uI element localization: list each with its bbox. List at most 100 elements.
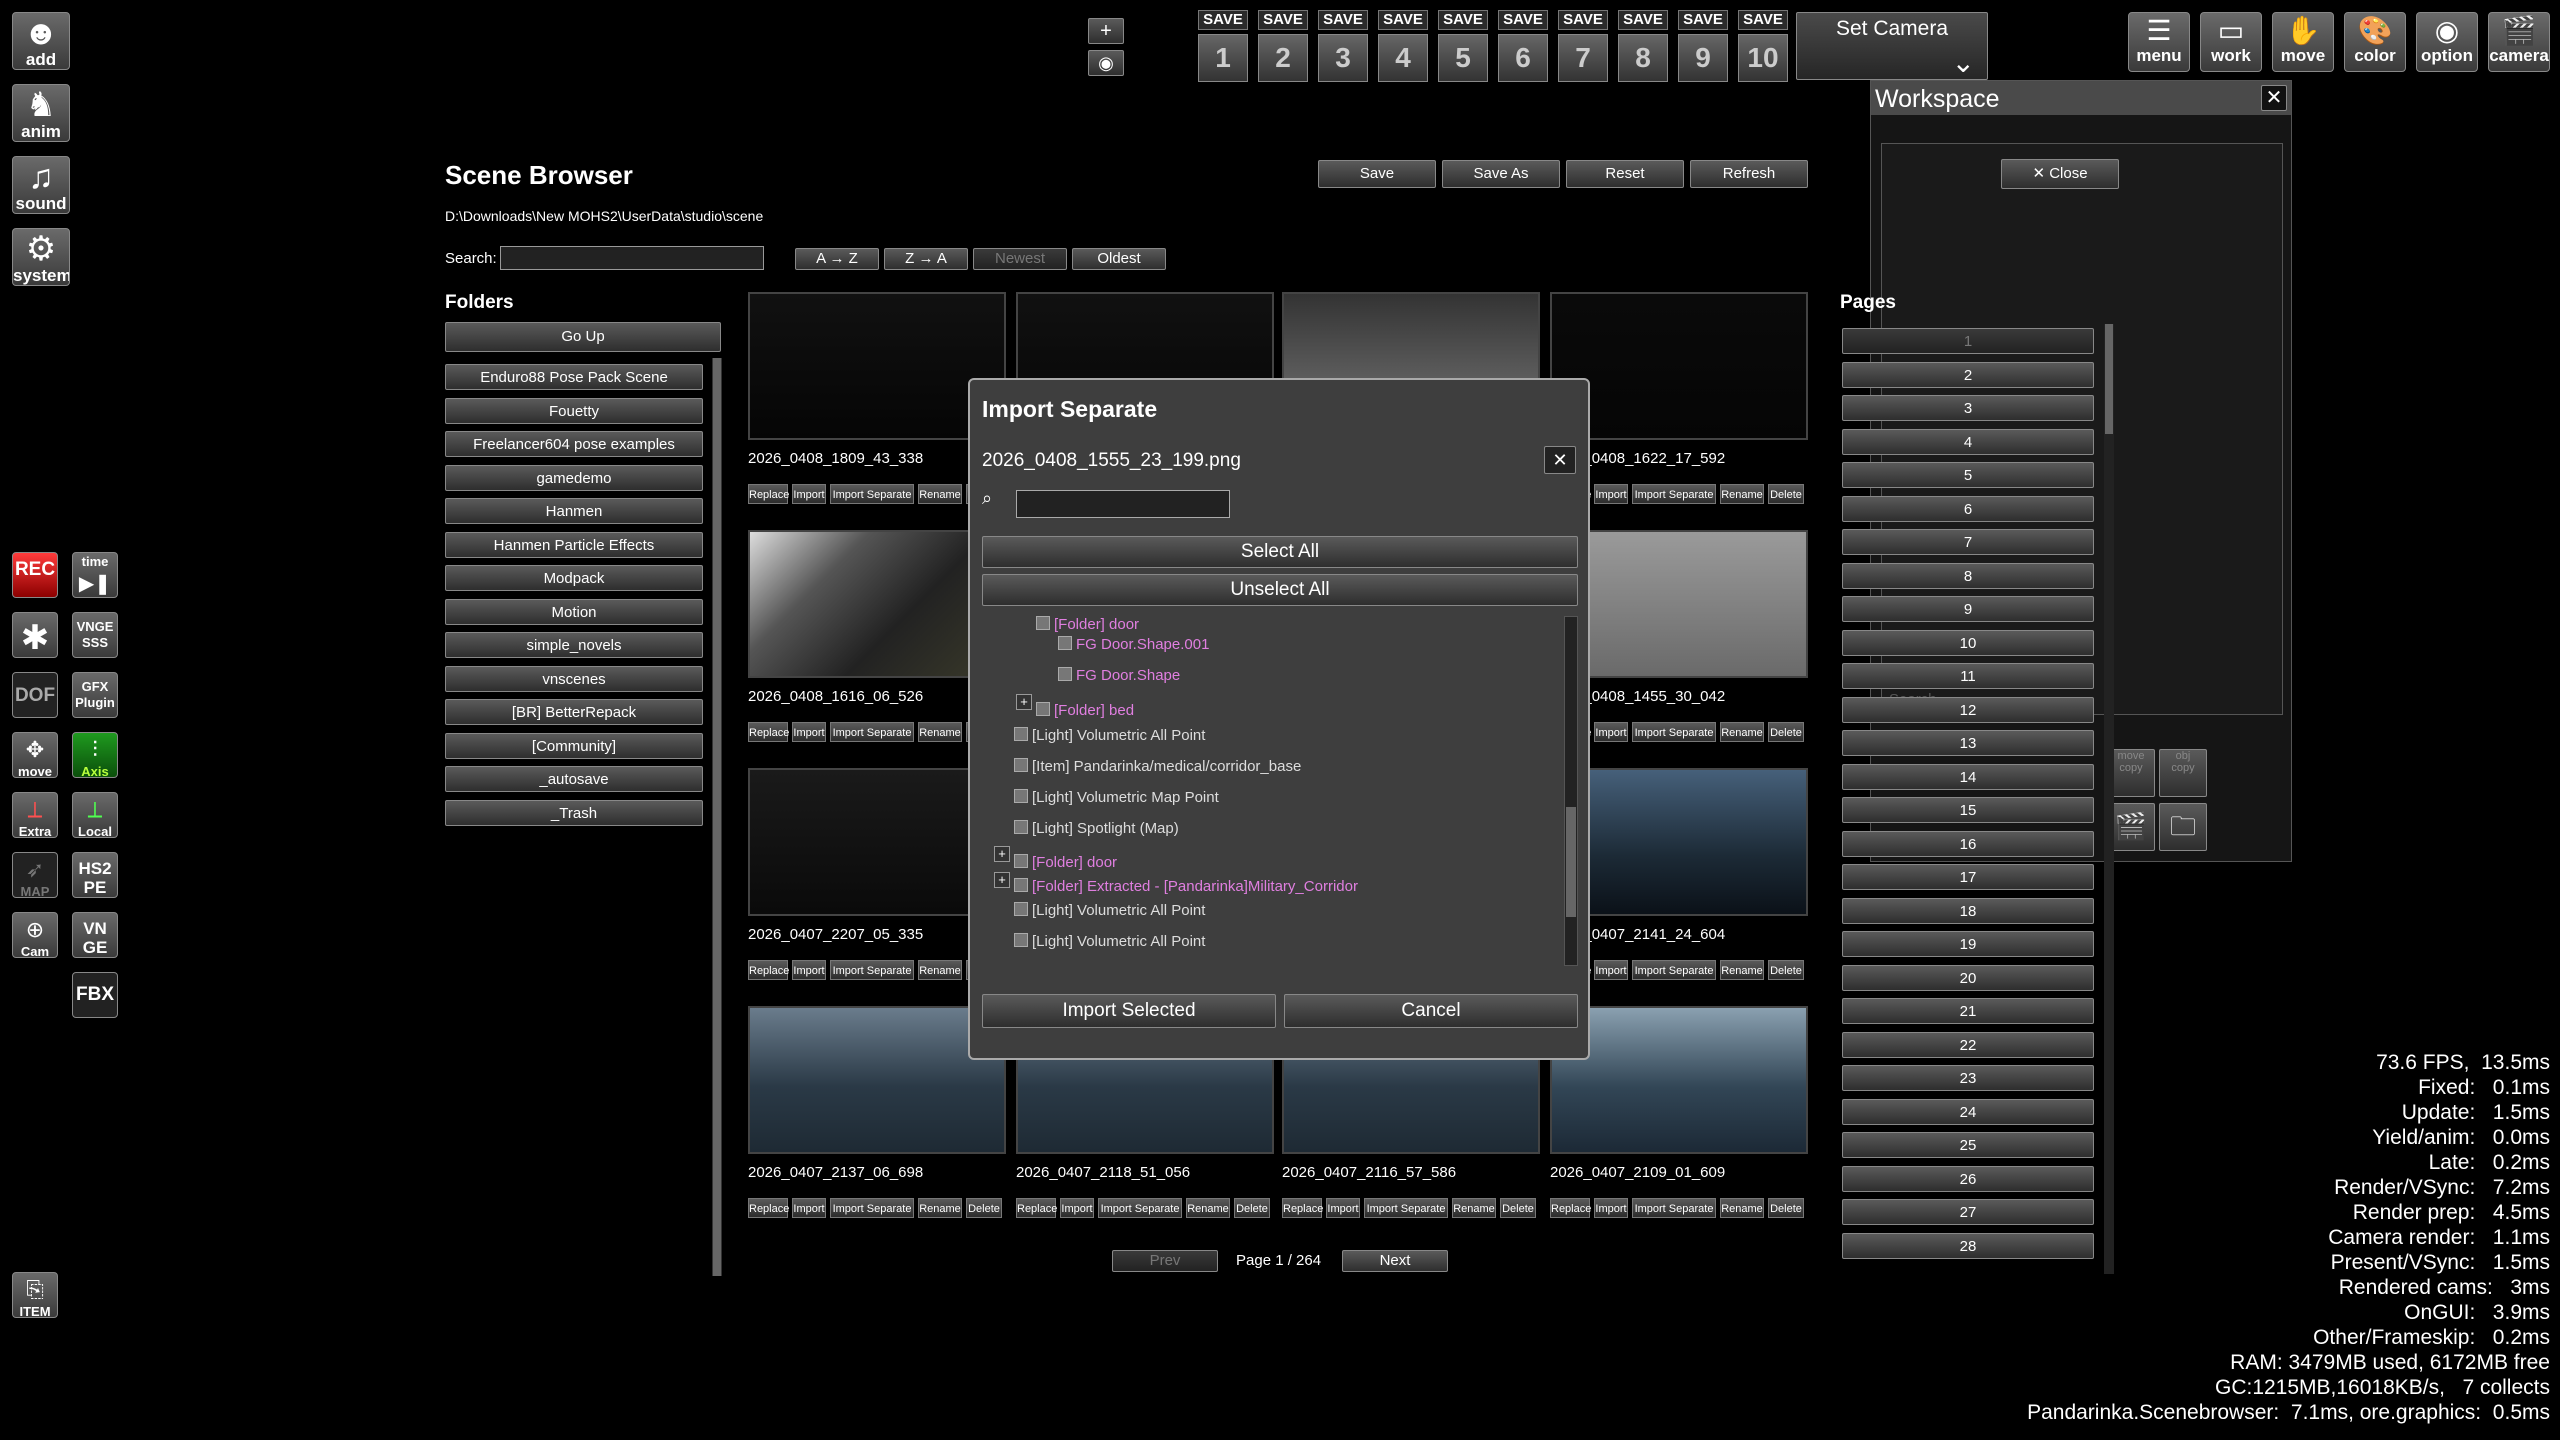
tree-scrollbar[interactable] bbox=[1564, 616, 1578, 966]
import-separate-button[interactable]: Import Separate bbox=[1632, 1198, 1716, 1218]
import-button[interactable]: Import bbox=[1594, 1198, 1628, 1218]
folder-item[interactable]: gamedemo bbox=[445, 464, 703, 491]
checkbox[interactable] bbox=[1014, 758, 1028, 772]
workspace-close-button[interactable]: ✕ bbox=[2261, 85, 2287, 111]
sort-oldest-button[interactable]: Oldest bbox=[1072, 248, 1166, 270]
expand-button[interactable]: + bbox=[1016, 694, 1032, 710]
rename-button[interactable]: Rename bbox=[1720, 1198, 1764, 1218]
rename-button[interactable]: Rename bbox=[918, 1198, 962, 1218]
expand-button[interactable]: + bbox=[994, 872, 1010, 888]
save-slot-5[interactable]: SAVE 5 bbox=[1438, 10, 1488, 84]
import-separate-button[interactable]: Import Separate bbox=[830, 484, 914, 504]
folder-item[interactable]: Fouetty bbox=[445, 397, 703, 424]
page-button[interactable]: 1 bbox=[1842, 328, 2094, 354]
tree-item[interactable]: [Folder] Extracted - [Pandarinka]Militar… bbox=[1014, 878, 1358, 895]
rename-button[interactable]: Rename bbox=[918, 484, 962, 504]
folder-item[interactable]: Hanmen Particle Effects bbox=[445, 531, 703, 558]
import-separate-button[interactable]: Import Separate bbox=[1632, 960, 1716, 980]
save-as-button[interactable]: Save As bbox=[1442, 160, 1560, 188]
zoom-in-button[interactable]: + bbox=[1088, 18, 1124, 44]
import-separate-button[interactable]: Import Separate bbox=[1632, 722, 1716, 742]
reset-button[interactable]: Reset bbox=[1566, 160, 1684, 188]
delete-button[interactable]: Delete bbox=[1768, 722, 1804, 742]
cam-button[interactable]: ⊕ Cam bbox=[12, 912, 58, 958]
import-button[interactable]: Import bbox=[1594, 960, 1628, 980]
sound-button[interactable]: ♫ sound bbox=[12, 156, 70, 214]
checkbox[interactable] bbox=[1014, 789, 1028, 803]
page-button[interactable]: 11 bbox=[1842, 663, 2094, 689]
folder-item[interactable]: vnscenes bbox=[445, 665, 703, 692]
save-slot-10[interactable]: SAVE 10 bbox=[1738, 10, 1788, 84]
vnge-button[interactable]: VN GE bbox=[72, 912, 118, 958]
system-button[interactable]: ⚙ system bbox=[12, 228, 70, 286]
pages-scroll-thumb[interactable] bbox=[2105, 324, 2113, 434]
obj-copy-button[interactable]: obj copy bbox=[2159, 749, 2207, 797]
delete-button[interactable]: Delete bbox=[1768, 1198, 1804, 1218]
tree-item[interactable]: [Folder] door bbox=[1036, 616, 1139, 633]
folder-item[interactable]: Motion bbox=[445, 598, 703, 625]
page-button[interactable]: 5 bbox=[1842, 462, 2094, 488]
folder-item[interactable]: [Community] bbox=[445, 732, 703, 759]
color-tool-button[interactable]: 🎨 color bbox=[2344, 12, 2406, 72]
rename-button[interactable]: Rename bbox=[918, 960, 962, 980]
page-button[interactable]: 13 bbox=[1842, 730, 2094, 756]
hs2pe-button[interactable]: HS2 PE bbox=[72, 852, 118, 898]
anim-button[interactable]: ♞ anim bbox=[12, 84, 70, 142]
delete-button[interactable]: Delete bbox=[966, 1198, 1002, 1218]
checkbox[interactable] bbox=[1014, 727, 1028, 741]
tree-item[interactable]: FG Door.Shape.001 bbox=[1058, 636, 1209, 653]
next-page-button[interactable]: Next bbox=[1342, 1250, 1448, 1272]
import-separate-button[interactable]: Import Separate bbox=[1632, 484, 1716, 504]
set-camera-dropdown[interactable]: Set Camera ⌄ bbox=[1796, 12, 1988, 80]
page-button[interactable]: 19 bbox=[1842, 931, 2094, 957]
page-button[interactable]: 8 bbox=[1842, 562, 2094, 589]
delete-button[interactable]: Delete bbox=[1500, 1198, 1536, 1218]
tree-item[interactable]: [Folder] door bbox=[1014, 854, 1117, 871]
folder-item[interactable]: Hanmen bbox=[445, 498, 703, 524]
menu-tool-button[interactable]: ☰ menu bbox=[2128, 12, 2190, 72]
local-button[interactable]: ⟂ Local bbox=[72, 792, 118, 838]
save-button[interactable]: Save bbox=[1318, 160, 1436, 188]
import-button[interactable]: Import bbox=[1594, 722, 1628, 742]
page-button[interactable]: 12 bbox=[1842, 696, 2094, 723]
checkbox[interactable] bbox=[1058, 636, 1072, 650]
page-button[interactable]: 15 bbox=[1842, 797, 2094, 823]
pose-button[interactable]: ✱ bbox=[12, 612, 58, 658]
rename-button[interactable]: Rename bbox=[1452, 1198, 1496, 1218]
tree-item[interactable]: [Light] Volumetric All Point bbox=[1014, 727, 1205, 744]
replace-button[interactable]: Replace bbox=[1550, 1198, 1591, 1218]
folder-scrollbar[interactable] bbox=[712, 358, 722, 1276]
refresh-button[interactable]: Refresh bbox=[1690, 160, 1808, 188]
folder-item[interactable]: _autosave bbox=[445, 766, 703, 792]
save-slot-3[interactable]: SAVE 3 bbox=[1318, 10, 1368, 84]
checkbox[interactable] bbox=[1036, 702, 1050, 716]
page-button[interactable]: 20 bbox=[1842, 964, 2094, 991]
import-separate-button[interactable]: Import Separate bbox=[1364, 1198, 1448, 1218]
folder-scroll-thumb[interactable] bbox=[713, 358, 721, 1276]
import-button[interactable]: Import bbox=[1326, 1198, 1360, 1218]
axis-button[interactable]: ⫶ Axis bbox=[72, 732, 118, 778]
camera-add-button[interactable]: 🎬 bbox=[2107, 803, 2155, 851]
save-slot-1[interactable]: SAVE 1 bbox=[1198, 10, 1248, 84]
tree-item[interactable]: [Light] Spotlight (Map) bbox=[1014, 820, 1179, 837]
expand-button[interactable]: + bbox=[994, 846, 1010, 862]
select-all-button[interactable]: Select All bbox=[982, 536, 1578, 568]
rename-button[interactable]: Rename bbox=[1720, 484, 1764, 504]
option-tool-button[interactable]: ◉ option bbox=[2416, 12, 2478, 72]
checkbox[interactable] bbox=[1014, 933, 1028, 947]
checkbox[interactable] bbox=[1014, 902, 1028, 916]
replace-button[interactable]: Replace bbox=[748, 484, 789, 504]
replace-button[interactable]: Replace bbox=[1282, 1198, 1323, 1218]
save-slot-7[interactable]: SAVE 7 bbox=[1558, 10, 1608, 84]
import-button[interactable]: Import bbox=[792, 960, 826, 980]
tree-scroll-thumb[interactable] bbox=[1566, 807, 1576, 917]
tree-item[interactable]: [Light] Volumetric All Point bbox=[1014, 933, 1205, 950]
fbx-button[interactable]: FBX bbox=[72, 972, 118, 1018]
workspace-close-btn[interactable]: ✕ Close bbox=[2001, 159, 2119, 189]
rename-button[interactable]: Rename bbox=[918, 722, 962, 742]
time-button[interactable]: time ▶❚ bbox=[72, 552, 118, 598]
import-separate-button[interactable]: Import Separate bbox=[830, 722, 914, 742]
tree-item[interactable]: [Light] Volumetric All Point bbox=[1014, 902, 1205, 919]
import-button[interactable]: Import bbox=[792, 722, 826, 742]
dialog-search-input[interactable] bbox=[1016, 490, 1230, 518]
